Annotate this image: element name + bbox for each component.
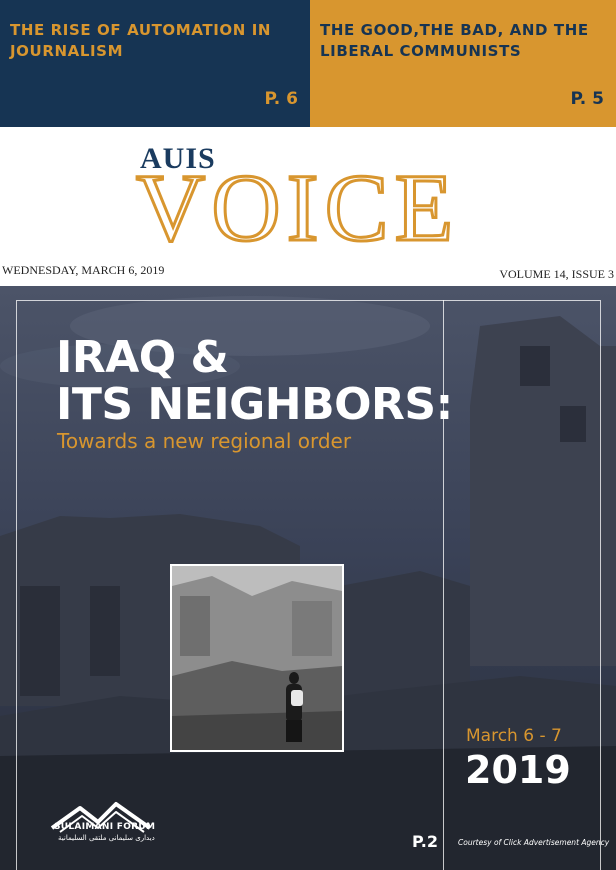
event-dates: March 6 - 7 [466, 726, 562, 746]
headline-line-1: IRAQ & [56, 332, 229, 383]
teaser-liberal-communists[interactable]: THE GOOD,THE BAD, AND THE LIBERAL COMMUN… [310, 0, 616, 127]
teaser-automation[interactable]: THE RISE OF AUTOMATION IN JOURNALISM P. … [0, 0, 310, 127]
headline-line-2: ITS NEIGHBORS: [56, 379, 453, 430]
inset-photo [170, 564, 344, 752]
masthead-voice: VOICE [134, 154, 460, 261]
cover-photo: IRAQ & ITS NEIGHBORS: Towards a new regi… [0, 286, 616, 870]
forum-name: SULAIMANI FORUM [54, 822, 156, 832]
teaser-title: THE RISE OF AUTOMATION IN JOURNALISM [10, 21, 272, 60]
forum-arabic-name: ديدارى سليمانى ملتقى السليمانية [58, 834, 155, 842]
cover-page-reference[interactable]: P.2 [412, 832, 438, 851]
teaser-title: THE GOOD,THE BAD, AND THE LIBERAL COMMUN… [320, 21, 589, 60]
cover-subhead: Towards a new regional order [57, 429, 352, 453]
teaser-page-number: P. 6 [264, 89, 298, 109]
inset-ruins-image [172, 566, 342, 750]
issue-volume: VOLUME 14, ISSUE 3 [499, 267, 614, 281]
issue-date: WEDNESDAY, MARCH 6, 2019 [2, 263, 165, 277]
event-year: 2019 [465, 748, 571, 792]
teaser-page-number: P. 5 [570, 89, 604, 109]
cover-headline: IRAQ & ITS NEIGHBORS: [56, 334, 453, 428]
top-banner: THE RISE OF AUTOMATION IN JOURNALISM P. … [0, 0, 616, 127]
photo-credit: Courtesy of Click Advertisement Agency [458, 838, 610, 847]
